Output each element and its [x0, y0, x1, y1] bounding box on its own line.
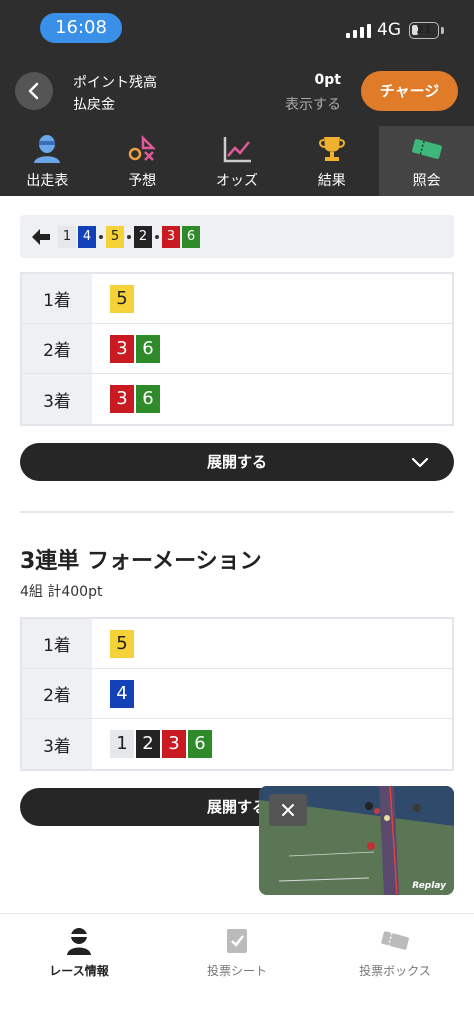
chevron-left-icon	[28, 82, 39, 100]
separator-dot	[127, 234, 131, 239]
battery-tip	[441, 27, 444, 34]
nav-race-info[interactable]: レース情報	[0, 914, 158, 1024]
charge-button[interactable]: チャージ	[361, 71, 458, 111]
arrow-left-icon	[32, 228, 50, 245]
chart-icon	[223, 137, 251, 163]
nav-label: 投票ボックス	[359, 964, 431, 978]
refund-label: 払戻金	[73, 97, 115, 113]
tab-label: 出走表	[26, 173, 69, 189]
table-row: 3着 1 2 3 6	[22, 719, 452, 769]
points-label: ポイント残高	[73, 75, 157, 91]
race-video-player[interactable]: Replay	[259, 786, 454, 895]
app-header: ポイント残高 払戻金 0pt 表示する チャージ	[0, 56, 474, 126]
nav-vote-box[interactable]: 投票ボックス	[316, 914, 474, 1024]
number-chip: 1	[110, 730, 134, 758]
separator-dot	[99, 234, 103, 239]
table-row: 1着 5	[22, 274, 452, 324]
number-chip: 2	[136, 730, 160, 758]
trophy-icon	[318, 137, 345, 161]
nav-vote-sheet[interactable]: 投票シート	[158, 914, 316, 1024]
section-divider	[20, 511, 454, 513]
place-label: 3着	[22, 719, 92, 769]
close-video-button[interactable]	[269, 794, 307, 826]
number-chip: 6	[188, 730, 212, 758]
ticket-icon	[411, 139, 442, 159]
status-time: 16:08	[40, 13, 122, 43]
tab-label: オッズ	[215, 173, 258, 189]
signal-icon	[346, 23, 371, 38]
number-chip: 4	[110, 679, 134, 708]
bet-summary: 4組 計400pt	[20, 584, 103, 600]
battery-icon: 21	[409, 22, 439, 39]
battery-level: 21	[416, 23, 432, 36]
tab-entry-list[interactable]: 出走表	[0, 126, 95, 196]
nav-label: レース情報	[49, 964, 109, 978]
ticket-icon	[381, 931, 409, 950]
table-row: 3着 3 6	[22, 374, 452, 424]
status-bar: 16:08 4G 21	[0, 0, 474, 56]
tab-inquiry[interactable]: 照会	[379, 126, 474, 196]
number-chip: 5	[110, 629, 134, 658]
number-chip: 5	[106, 225, 124, 248]
tab-label: 照会	[412, 173, 441, 189]
replay-label: Replay	[412, 881, 446, 891]
tab-results[interactable]: 結果	[284, 126, 379, 196]
number-chip: 1	[58, 225, 76, 248]
bet-type-title: 3連単 フォーメーション	[20, 549, 262, 574]
tab-label: 結果	[317, 173, 346, 189]
number-chip: 2	[134, 225, 152, 248]
racer-icon	[67, 928, 91, 955]
nav-label: 投票シート	[206, 964, 267, 978]
number-chip: 6	[136, 385, 160, 413]
table-row: 2着 3 6	[22, 324, 452, 374]
tab-label: 予想	[128, 173, 157, 189]
tab-odds[interactable]: オッズ	[190, 126, 285, 196]
points-value: 0pt	[314, 72, 341, 88]
expand-button[interactable]: 展開する	[20, 443, 454, 481]
back-button[interactable]	[15, 72, 53, 110]
table-row: 1着 5	[22, 619, 452, 669]
racer-icon	[34, 135, 61, 163]
number-chip: 4	[78, 225, 96, 248]
network-label: 4G	[377, 20, 401, 40]
place-label: 1着	[22, 274, 92, 323]
bet-table: 1着 5 2着 3 6 3着 3 6	[20, 272, 454, 426]
bottom-navigation: レース情報 投票シート 投票ボックス	[0, 913, 474, 1024]
number-chip: 6	[182, 225, 200, 248]
checklist-icon	[227, 929, 247, 953]
number-chip: 5	[110, 284, 134, 313]
chevron-down-icon	[411, 457, 429, 468]
tab-bar: 出走表 予想 オッズ 結果 照会	[0, 126, 474, 196]
table-row: 2着 4	[22, 669, 452, 719]
number-chip: 3	[162, 730, 186, 758]
number-chip: 6	[136, 334, 160, 363]
number-chip: 3	[110, 385, 134, 413]
combination-summary: 1 4 5 2 3 6	[20, 215, 454, 258]
place-label: 3着	[22, 374, 92, 424]
number-chip: 3	[110, 334, 134, 363]
place-label: 2着	[22, 669, 92, 718]
place-label: 1着	[22, 619, 92, 668]
close-icon	[282, 804, 294, 816]
prediction-icon	[128, 134, 157, 161]
separator-dot	[155, 234, 159, 239]
number-chip: 3	[162, 225, 180, 248]
expand-label: 展開する	[206, 453, 267, 471]
tab-prediction[interactable]: 予想	[95, 126, 190, 196]
show-refund-link[interactable]: 表示する	[285, 94, 341, 114]
place-label: 2着	[22, 324, 92, 373]
bet-table: 1着 5 2着 4 3着 1 2 3 6	[20, 617, 454, 771]
